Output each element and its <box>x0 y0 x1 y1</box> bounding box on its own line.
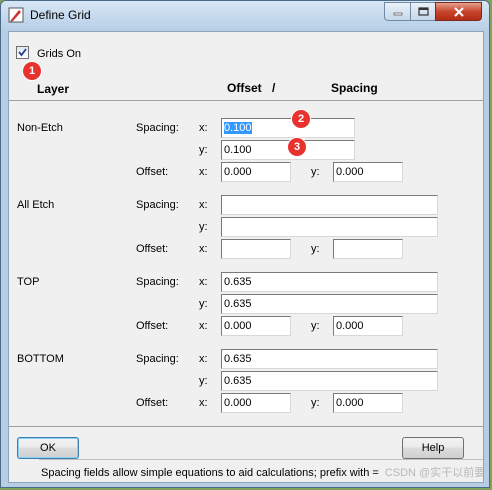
all-etch-spacing-y-input[interactable] <box>221 217 438 237</box>
offset-label: Offset: <box>136 166 169 178</box>
top-spacing-x-input[interactable]: 0.635 <box>221 272 438 292</box>
top-offset-y-input[interactable]: 0.000 <box>333 316 403 336</box>
grids-on-label: Grids On <box>37 48 82 60</box>
bottom-offset-y-input[interactable]: 0.000 <box>333 393 403 413</box>
spacing-label: Spacing: <box>136 122 179 134</box>
status-bar: Spacing fields allow simple equations to… <box>39 459 483 479</box>
x-label: x: <box>199 166 208 178</box>
x-label: x: <box>199 122 208 134</box>
x-label: x: <box>199 199 208 211</box>
annotation-badge-2: 2 <box>292 110 310 128</box>
window-title: Define Grid <box>30 8 91 22</box>
y-label: y: <box>311 397 320 409</box>
status-text: Spacing fields allow simple equations to… <box>41 467 379 479</box>
bottom-offset-x-input[interactable]: 0.000 <box>221 393 291 413</box>
offset-label: Offset: <box>136 243 169 255</box>
close-icon <box>453 6 464 17</box>
define-grid-window: Define Grid Grids On 1 Layer Offset / Sp… <box>0 0 490 488</box>
x-label: x: <box>199 397 208 409</box>
layer-name: Non-Etch <box>17 122 63 134</box>
grids-on-checkbox[interactable] <box>16 46 29 59</box>
help-button[interactable]: Help <box>402 437 464 459</box>
non-etch-offset-y-input[interactable]: 0.000 <box>333 162 403 182</box>
top-spacing-y-input[interactable]: 0.635 <box>221 294 438 314</box>
top-offset-x-input[interactable]: 0.000 <box>221 316 291 336</box>
y-label: y: <box>199 298 208 310</box>
spacing-label: Spacing: <box>136 199 179 211</box>
spacing-label: Spacing: <box>136 276 179 288</box>
spacing-label: Spacing: <box>136 353 179 365</box>
x-label: x: <box>199 243 208 255</box>
spacing-column-header: Spacing <box>331 81 378 95</box>
minimize-icon <box>393 12 402 15</box>
non-etch-spacing-x-input[interactable]: 0.100 <box>221 118 355 138</box>
offset-label: Offset: <box>136 397 169 409</box>
y-label: y: <box>311 320 320 332</box>
layer-column-header: Layer <box>37 82 70 96</box>
layer-name: TOP <box>17 276 40 288</box>
app-icon <box>8 7 24 23</box>
offset-label: Offset: <box>136 320 169 332</box>
x-label: x: <box>199 353 208 365</box>
close-button[interactable] <box>435 2 482 21</box>
header-separator: / <box>272 81 276 95</box>
ok-button[interactable]: OK <box>17 437 79 459</box>
offset-column-header: Offset <box>227 81 262 95</box>
non-etch-offset-x-input[interactable]: 0.000 <box>221 162 291 182</box>
all-etch-offset-x-input[interactable] <box>221 239 291 259</box>
bottom-spacing-x-input[interactable]: 0.635 <box>221 349 438 369</box>
watermark-text: CSDN @实干以前要 成本来 <box>384 467 483 479</box>
layer-grid-panel: Non-Etch Spacing: x: 0.100 y: 0.100 Offs… <box>9 100 483 427</box>
all-etch-offset-y-input[interactable] <box>333 239 403 259</box>
minimize-button[interactable] <box>384 2 411 21</box>
all-etch-spacing-x-input[interactable] <box>221 195 438 215</box>
y-label: y: <box>199 144 208 156</box>
bottom-spacing-y-input[interactable]: 0.635 <box>221 371 438 391</box>
layer-name: All Etch <box>17 199 55 211</box>
y-label: y: <box>311 166 320 178</box>
checkmark-icon <box>18 48 27 57</box>
x-label: x: <box>199 320 208 332</box>
y-label: y: <box>311 243 320 255</box>
y-label: y: <box>199 221 208 233</box>
y-label: y: <box>199 375 208 387</box>
dialog-client-area: Grids On 1 Layer Offset / Spacing Non-Et… <box>8 31 484 483</box>
annotation-badge-1: 1 <box>23 62 41 80</box>
title-bar[interactable]: Define Grid <box>1 1 489 29</box>
maximize-button[interactable] <box>410 2 436 21</box>
maximize-icon <box>417 7 429 16</box>
x-label: x: <box>199 276 208 288</box>
layer-name: BOTTOM <box>17 353 64 365</box>
annotation-badge-3: 3 <box>288 138 306 156</box>
